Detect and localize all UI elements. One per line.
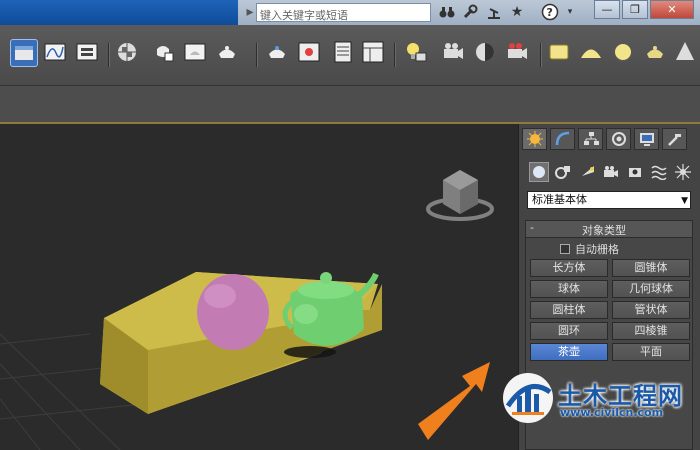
cameras-icon[interactable] xyxy=(601,162,621,182)
wrench-icon[interactable] xyxy=(460,2,480,22)
toolbar-separator xyxy=(108,43,110,67)
perspective-viewport[interactable] xyxy=(0,124,518,450)
object-category-select[interactable]: 标准基本体 ▼ xyxy=(527,191,691,209)
checkbox-icon[interactable] xyxy=(560,244,570,254)
space-warps-icon[interactable] xyxy=(649,162,669,182)
title-bar: ▸ ★ ? ▾ — ❐ ✕ xyxy=(0,0,700,25)
toolbar-separator xyxy=(394,43,396,67)
svg-text:?: ? xyxy=(547,6,553,19)
restore-button[interactable]: ❐ xyxy=(622,0,648,19)
cone-icon[interactable] xyxy=(672,39,700,67)
sphere-icon[interactable] xyxy=(610,39,638,67)
main-toolbar xyxy=(0,25,700,86)
cone-button[interactable]: 圆锥体 xyxy=(612,259,690,277)
box-button[interactable]: 长方体 xyxy=(530,259,608,277)
pink-sphere[interactable] xyxy=(197,274,269,350)
lights-icon[interactable] xyxy=(578,162,598,182)
hierarchy-tab-icon[interactable] xyxy=(578,128,603,150)
title-bar-left xyxy=(0,0,238,25)
material-editor-icon[interactable] xyxy=(114,39,142,67)
geometry-icon[interactable] xyxy=(529,162,549,182)
help-dropdown-icon[interactable]: ▾ xyxy=(560,2,580,22)
render-setup-icon[interactable] xyxy=(150,39,178,67)
teapot-icon[interactable] xyxy=(642,39,670,67)
autogrid-label: 自动栅格 xyxy=(575,243,619,256)
cylinder-button[interactable]: 圆柱体 xyxy=(530,301,608,319)
tube-button[interactable]: 管状体 xyxy=(612,301,690,319)
close-button[interactable]: ✕ xyxy=(650,0,694,19)
rollout-title: 对象类型 xyxy=(582,224,626,237)
rollout-collapse[interactable]: - xyxy=(530,221,534,234)
ribbon-strip xyxy=(0,86,700,124)
camera-icon[interactable] xyxy=(440,39,468,67)
binoculars-icon[interactable] xyxy=(437,2,457,22)
camera-red-icon[interactable] xyxy=(504,39,532,67)
teapot-render-icon[interactable] xyxy=(264,39,292,67)
scene-explorer-icon[interactable] xyxy=(10,39,38,67)
layout-panel-icon[interactable] xyxy=(360,39,388,67)
curve-editor-icon[interactable] xyxy=(42,39,70,67)
orange-arrow xyxy=(418,362,490,440)
schematic-view-icon[interactable] xyxy=(74,39,102,67)
sphere-button[interactable]: 球体 xyxy=(530,280,608,298)
autogrid-checkbox[interactable]: 自动栅格 xyxy=(560,241,619,257)
shapes-icon[interactable] xyxy=(553,162,573,182)
chevron-down-icon: ▼ xyxy=(681,196,688,206)
minimize-button[interactable]: — xyxy=(594,0,620,19)
head-icon[interactable] xyxy=(472,39,500,67)
watermark-logo-icon xyxy=(503,373,553,423)
motion-tab-icon[interactable] xyxy=(606,128,631,150)
geosphere-button[interactable]: 几何球体 xyxy=(612,280,690,298)
utilities-tab-icon[interactable] xyxy=(662,128,687,150)
grid-panel-icon[interactable] xyxy=(330,39,358,67)
render-icon[interactable] xyxy=(214,39,242,67)
torus-button[interactable]: 圆环 xyxy=(530,322,608,340)
rollout-header[interactable]: - 对象类型 xyxy=(526,221,692,238)
star-icon[interactable]: ★ xyxy=(507,2,527,22)
pyramid-button[interactable]: 四棱锥 xyxy=(612,322,690,340)
plane-icon[interactable] xyxy=(546,39,574,67)
helpers-icon[interactable] xyxy=(625,162,645,182)
toolbar-separator xyxy=(256,43,258,67)
watermark: 土木工程网 www.civilcn.com xyxy=(500,370,690,426)
watermark-url: www.civilcn.com xyxy=(560,406,664,419)
help-icon[interactable]: ? xyxy=(540,2,560,22)
view-cube[interactable] xyxy=(426,170,494,221)
render-frame-window-icon[interactable] xyxy=(296,39,324,67)
display-tab-icon[interactable] xyxy=(634,128,659,150)
search-box[interactable] xyxy=(256,3,433,24)
light-bulb-icon[interactable] xyxy=(402,39,430,67)
object-category-value: 标准基本体 xyxy=(532,193,587,206)
search-input[interactable] xyxy=(257,7,433,24)
satellite-icon[interactable] xyxy=(484,2,504,22)
teapot-button[interactable]: 茶壶 xyxy=(530,343,608,361)
modify-tab-icon[interactable] xyxy=(550,128,575,150)
systems-icon[interactable] xyxy=(673,162,693,182)
plane-button[interactable]: 平面 xyxy=(612,343,690,361)
dome-icon[interactable] xyxy=(578,39,606,67)
toolbar-separator xyxy=(540,43,542,67)
create-tab-icon[interactable] xyxy=(522,128,547,150)
rendered-frame-icon[interactable] xyxy=(182,39,210,67)
